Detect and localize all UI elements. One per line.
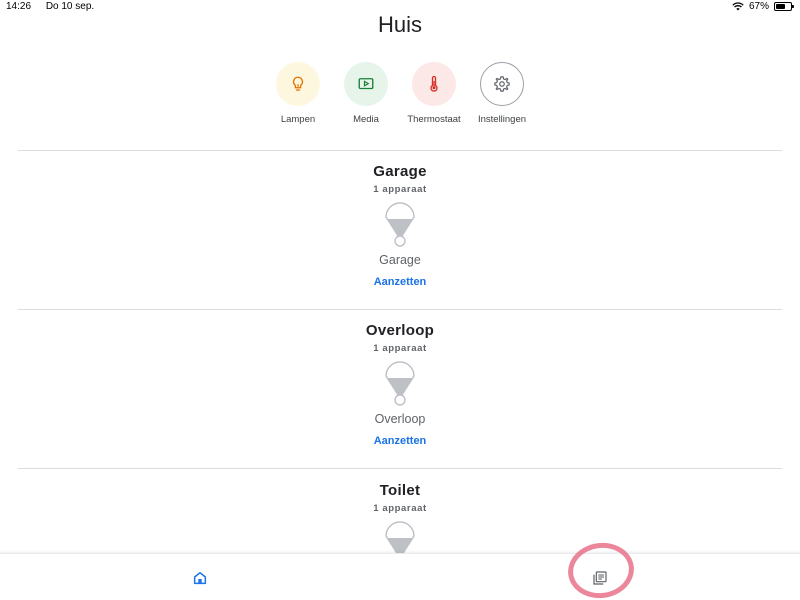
feed-icon [593, 571, 607, 585]
device-name: Garage [379, 253, 421, 267]
lightbulb-icon[interactable] [383, 360, 417, 408]
wifi-icon [732, 2, 744, 11]
page-title: Huis [377, 12, 422, 37]
shortcut-circle [412, 62, 456, 106]
shortcut-label: Instellingen [477, 114, 527, 125]
gear-icon [494, 76, 510, 92]
divider [18, 150, 782, 151]
shortcut-label: Media [353, 114, 379, 125]
status-time: 14:26 [6, 1, 32, 12]
nav-home-button[interactable] [190, 568, 210, 588]
shortcut-label: Lampen [280, 114, 316, 125]
turn-on-button[interactable]: Aanzetten [374, 435, 427, 447]
room-garage: Garage 1 apparaat Garage Aanzetten [0, 163, 800, 290]
shortcut-label: Thermostaat [407, 114, 461, 125]
battery-icon [774, 2, 794, 11]
shortcut-circle [344, 62, 388, 106]
room-name: Garage [373, 163, 427, 180]
media-play-icon [358, 78, 374, 90]
thermometer-icon [430, 75, 438, 92]
device-name: Overloop [374, 412, 426, 426]
room-name: Toilet [379, 482, 421, 499]
status-date: Do 10 sep. [45, 1, 95, 12]
shortcut-thermostaat[interactable]: Thermostaat [407, 62, 461, 125]
turn-on-button[interactable]: Aanzetten [374, 276, 427, 288]
shortcut-bar: Lampen Media Thermostaat Instellingen [0, 62, 800, 125]
home-icon [193, 571, 207, 585]
lightbulb-icon[interactable] [383, 201, 417, 249]
shortcut-lampen[interactable]: Lampen [276, 62, 320, 125]
shortcut-circle [276, 62, 320, 106]
room-overloop: Overloop 1 apparaat Overloop Aanzetten [0, 322, 800, 449]
room-name: Overloop [365, 322, 435, 339]
divider [18, 468, 782, 469]
room-device-count: 1 apparaat [373, 343, 427, 354]
nav-feed-button[interactable] [590, 568, 610, 588]
shortcut-instellingen[interactable]: Instellingen [477, 62, 527, 125]
shortcut-circle [480, 62, 524, 106]
lightbulb-icon [292, 76, 304, 91]
room-device-count: 1 apparaat [373, 503, 427, 514]
room-device-count: 1 apparaat [373, 184, 427, 195]
shortcut-media[interactable]: Media [344, 62, 388, 125]
bottom-navigation [0, 553, 800, 600]
battery-percent: 67% [748, 1, 769, 12]
divider [18, 309, 782, 310]
